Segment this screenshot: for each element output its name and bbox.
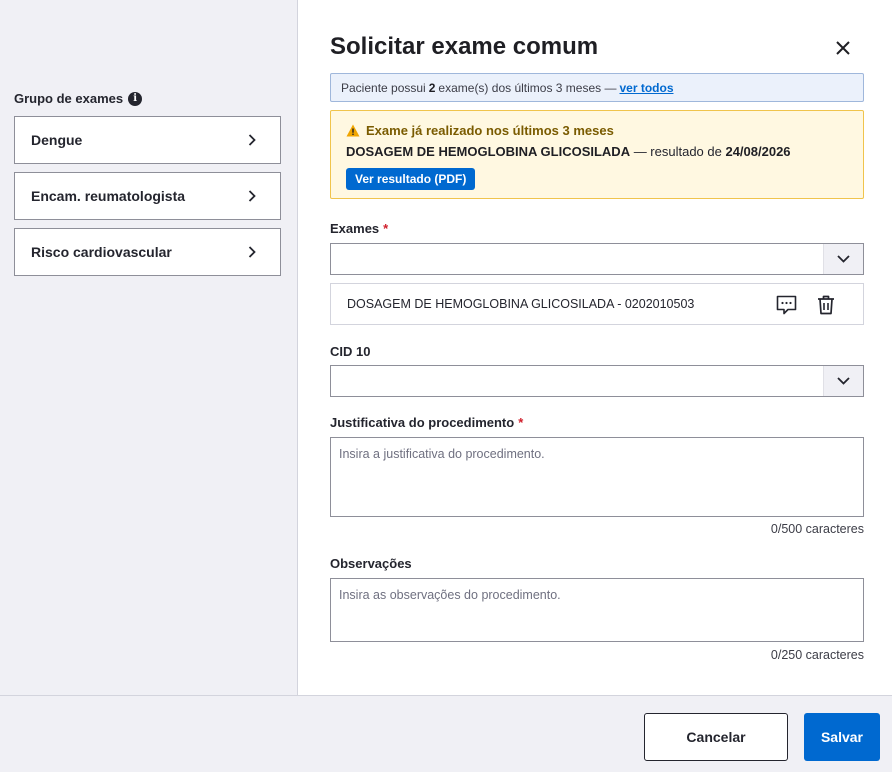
comment-icon (776, 295, 796, 315)
warning-result-date: 24/08/2026 (725, 144, 791, 159)
trash-icon (818, 295, 834, 315)
exams-label-text: Exames (330, 221, 380, 236)
info-icon[interactable]: i (128, 91, 143, 106)
justification-textarea[interactable] (330, 437, 864, 517)
modal-footer: Cancelar Salvar (0, 695, 892, 772)
exams-dropdown-button[interactable] (823, 244, 863, 274)
justification-label-text: Justificativa do procedimento (330, 415, 515, 430)
exam-group-label-text: Grupo de exames (14, 91, 124, 106)
exams-label: Exames * (330, 221, 388, 236)
selected-exam-label: DOSAGEM DE HEMOGLOBINA GLICOSILADA - 020… (347, 297, 695, 311)
exam-group-sidebar: Grupo de exames i Dengue Encam. reumatol… (0, 0, 298, 695)
warning-exam-name: DOSAGEM DE HEMOGLOBINA GLICOSILADA (346, 144, 631, 159)
group-item-risco-cardiovascular[interactable]: Risco cardiovascular (14, 228, 281, 276)
observations-char-counter: 0/250 caracteres (770, 648, 864, 662)
cid-label: CID 10 (330, 344, 371, 359)
warning-icon (346, 124, 360, 137)
chevron-down-icon (837, 377, 850, 385)
info-banner-count: 2 (428, 80, 436, 95)
justification-char-counter: 0/500 caracteres (770, 522, 864, 536)
warning-title: Exame já realizado nos últimos 3 meses (346, 123, 848, 138)
chevron-right-icon (248, 190, 256, 202)
selected-exam-item: DOSAGEM DE HEMOGLOBINA GLICOSILADA - 020… (330, 283, 864, 325)
group-item-dengue[interactable]: Dengue (14, 116, 281, 164)
view-result-pdf-button[interactable]: Ver resultado (PDF) (346, 168, 476, 190)
group-item-label: Dengue (31, 132, 83, 148)
exam-history-banner: Paciente possui 2 exame(s) dos últimos 3… (330, 73, 864, 102)
modal-title: Solicitar exame comum (330, 33, 599, 60)
view-all-link[interactable]: ver todos (619, 81, 673, 95)
group-item-label: Encam. reumatologista (31, 188, 186, 204)
warning-body: DOSAGEM DE HEMOGLOBINA GLICOSILADA — res… (346, 144, 848, 159)
chevron-down-icon (837, 255, 850, 263)
cancel-button[interactable]: Cancelar (644, 713, 788, 761)
group-item-label: Risco cardiovascular (31, 244, 172, 260)
exams-select[interactable] (330, 243, 864, 275)
chevron-right-icon (248, 246, 256, 258)
required-mark: * (383, 221, 389, 236)
close-button[interactable] (832, 37, 854, 59)
save-button[interactable]: Salvar (804, 713, 880, 761)
chevron-right-icon (248, 134, 256, 146)
info-banner-suffix: exame(s) dos últimos 3 meses — (438, 80, 617, 95)
required-mark: * (518, 415, 524, 430)
cid-select[interactable] (330, 365, 864, 397)
observations-textarea[interactable] (330, 578, 864, 642)
justification-label: Justificativa do procedimento * (330, 415, 523, 430)
delete-exam-button[interactable] (815, 294, 837, 316)
info-banner-prefix: Paciente possui (341, 80, 426, 95)
warning-result-text: — resultado de (630, 144, 726, 159)
exam-group-label: Grupo de exames i (14, 91, 143, 106)
close-icon (836, 41, 850, 55)
warning-title-text: Exame já realizado nos últimos 3 meses (366, 123, 614, 138)
group-item-encam-reumatologista[interactable]: Encam. reumatologista (14, 172, 281, 220)
recent-exam-warning: Exame já realizado nos últimos 3 meses D… (330, 110, 864, 199)
exam-request-modal: Solicitar exame comum Paciente possui 2 … (298, 0, 892, 695)
cid-dropdown-button[interactable] (823, 366, 863, 396)
observations-label: Observações (330, 556, 412, 571)
comment-button[interactable] (775, 294, 797, 316)
